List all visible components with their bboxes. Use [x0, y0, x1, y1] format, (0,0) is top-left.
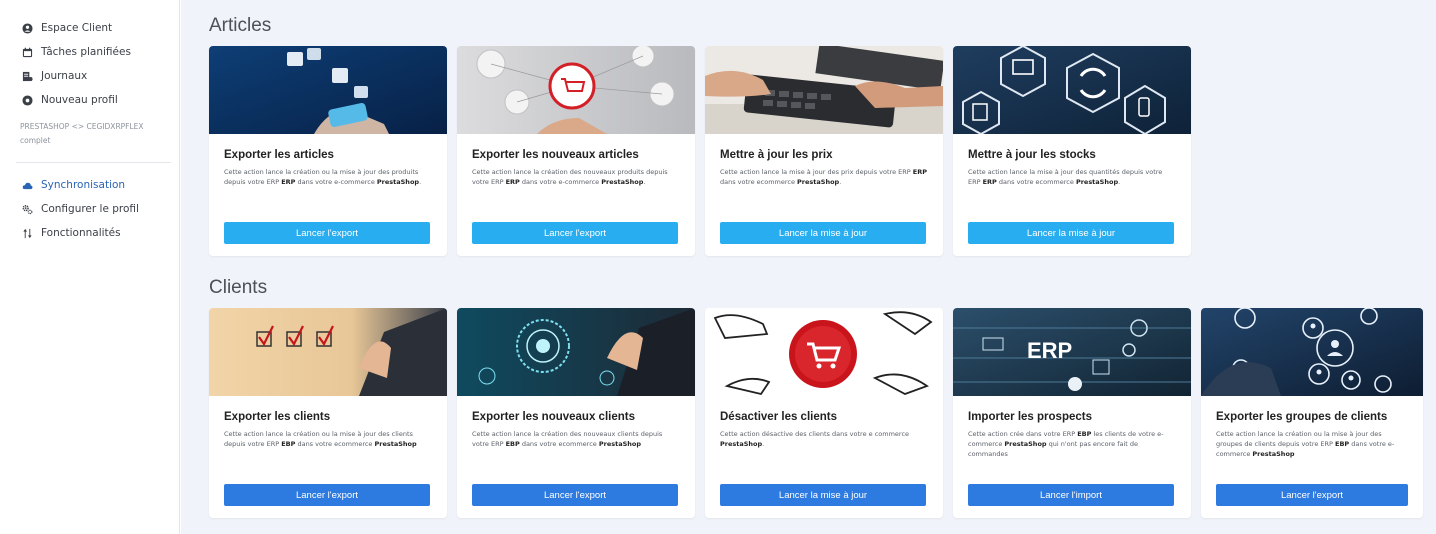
- card-title: Exporter les clients: [224, 411, 331, 423]
- lancer-mise-a-jour-prix-button[interactable]: Lancer la mise à jour: [720, 222, 926, 244]
- shopping-cart-network-image: [457, 46, 695, 134]
- card-title: Importer les prospects: [968, 411, 1092, 423]
- card-title: Exporter les nouveaux clients: [472, 411, 635, 423]
- card-description: Cette action désactive des clients dans …: [720, 430, 910, 448]
- card-exporter-nouveaux-clients: Exporter les nouveaux clients Cette acti…: [457, 308, 695, 518]
- main-content: Articles Exporter les articles Cette act…: [181, 0, 1436, 534]
- card-title: Exporter les nouveaux articles: [472, 149, 639, 161]
- lancer-mise-a-jour-clients-button[interactable]: Lancer la mise à jour: [720, 484, 926, 506]
- sort-arrows-icon: [20, 226, 34, 240]
- digital-touch-image: [457, 308, 695, 396]
- card-description: Cette action crée dans votre ERP EBP les…: [968, 430, 1164, 458]
- card-description: Cette action lance la création ou la mis…: [1216, 430, 1395, 458]
- sidebar-item-taches-planifiees[interactable]: Tâches planifiées: [0, 40, 179, 64]
- sidebar-item-label: Journaux: [41, 70, 88, 82]
- erp-dashboard-image: ERP: [953, 308, 1191, 396]
- gears-icon: [20, 202, 34, 216]
- lancer-import-prospects-button[interactable]: Lancer l'import: [968, 484, 1174, 506]
- red-cart-hands-image: [705, 308, 943, 396]
- card-exporter-clients: Exporter les clients Cette action lance …: [209, 308, 447, 518]
- card-exporter-nouveaux-articles: Exporter les nouveaux articles Cette act…: [457, 46, 695, 256]
- sidebar-item-label: Tâches planifiées: [41, 46, 131, 58]
- calculator-image: [705, 46, 943, 134]
- sync-hexagons-image: [953, 46, 1191, 134]
- card-title: Désactiver les clients: [720, 411, 837, 423]
- lancer-export-articles-button[interactable]: Lancer l'export: [224, 222, 430, 244]
- user-circle-icon: [20, 21, 34, 35]
- card-description: Cette action lance la mise à jour des qu…: [968, 168, 1163, 186]
- sidebar-item-fonctionnalites[interactable]: Fonctionnalités: [0, 221, 179, 245]
- card-exporter-articles: Exporter les articles Cette action lance…: [209, 46, 447, 256]
- lancer-export-clients-button[interactable]: Lancer l'export: [224, 484, 430, 506]
- card-description: Cette action lance la création des nouve…: [472, 430, 663, 448]
- sidebar-item-label: Synchronisation: [41, 179, 126, 191]
- card-title: Exporter les groupes de clients: [1216, 411, 1388, 423]
- card-description: Cette action lance la création des nouve…: [472, 168, 668, 186]
- card-mettre-a-jour-stocks: Mettre à jour les stocks Cette action la…: [953, 46, 1191, 256]
- card-exporter-groupes-clients: Exporter les groupes de clients Cette ac…: [1201, 308, 1423, 518]
- checkboxes-image: [209, 308, 447, 396]
- cloud-sync-icon: [20, 178, 34, 192]
- lancer-mise-a-jour-stocks-button[interactable]: Lancer la mise à jour: [968, 222, 1174, 244]
- lancer-export-nouveaux-articles-button[interactable]: Lancer l'export: [472, 222, 678, 244]
- sidebar-item-label: Nouveau profil: [41, 94, 118, 106]
- ecommerce-phone-image: [209, 46, 447, 134]
- card-description: Cette action lance la mise à jour des pr…: [720, 168, 927, 186]
- card-importer-prospects: ERP Importer les prospects Cette action …: [953, 308, 1191, 518]
- lancer-export-nouveaux-clients-button[interactable]: Lancer l'export: [472, 484, 678, 506]
- erp-image-label: ERP: [1027, 338, 1073, 363]
- card-description: Cette action lance la création ou la mis…: [224, 168, 422, 186]
- sidebar-item-journaux[interactable]: Journaux: [0, 64, 179, 88]
- sidebar-divider: [16, 162, 171, 163]
- card-title: Mettre à jour les prix: [720, 149, 833, 161]
- card-desactiver-clients: Désactiver les clients Cette action désa…: [705, 308, 943, 518]
- journal-icon: [20, 69, 34, 83]
- card-description: Cette action lance la création ou la mis…: [224, 430, 417, 448]
- section-title-articles: Articles: [209, 15, 272, 36]
- plus-circle-icon: [20, 93, 34, 107]
- sidebar: Espace Client Tâches planifiées Journaux…: [0, 0, 180, 534]
- sidebar-item-label: Configurer le profil: [41, 203, 139, 215]
- sidebar-item-configurer-profil[interactable]: Configurer le profil: [0, 197, 179, 221]
- card-mettre-a-jour-prix: Mettre à jour les prix Cette action lanc…: [705, 46, 943, 256]
- section-title-clients: Clients: [209, 277, 268, 298]
- sidebar-item-label: Espace Client: [41, 22, 113, 34]
- lancer-export-groupes-clients-button[interactable]: Lancer l'export: [1216, 484, 1408, 506]
- profile-group-label: PRESTASHOP <> CEGIDXRPFLEX complet: [20, 122, 144, 145]
- card-title: Mettre à jour les stocks: [968, 149, 1096, 161]
- sidebar-item-nouveau-profil[interactable]: Nouveau profil: [0, 88, 179, 112]
- card-title: Exporter les articles: [224, 149, 334, 161]
- sidebar-item-synchronisation[interactable]: Synchronisation: [0, 173, 179, 197]
- sidebar-item-label: Fonctionnalités: [41, 227, 121, 239]
- calendar-icon: [20, 45, 34, 59]
- user-network-image: [1201, 308, 1423, 396]
- sidebar-item-espace-client[interactable]: Espace Client: [0, 16, 179, 40]
